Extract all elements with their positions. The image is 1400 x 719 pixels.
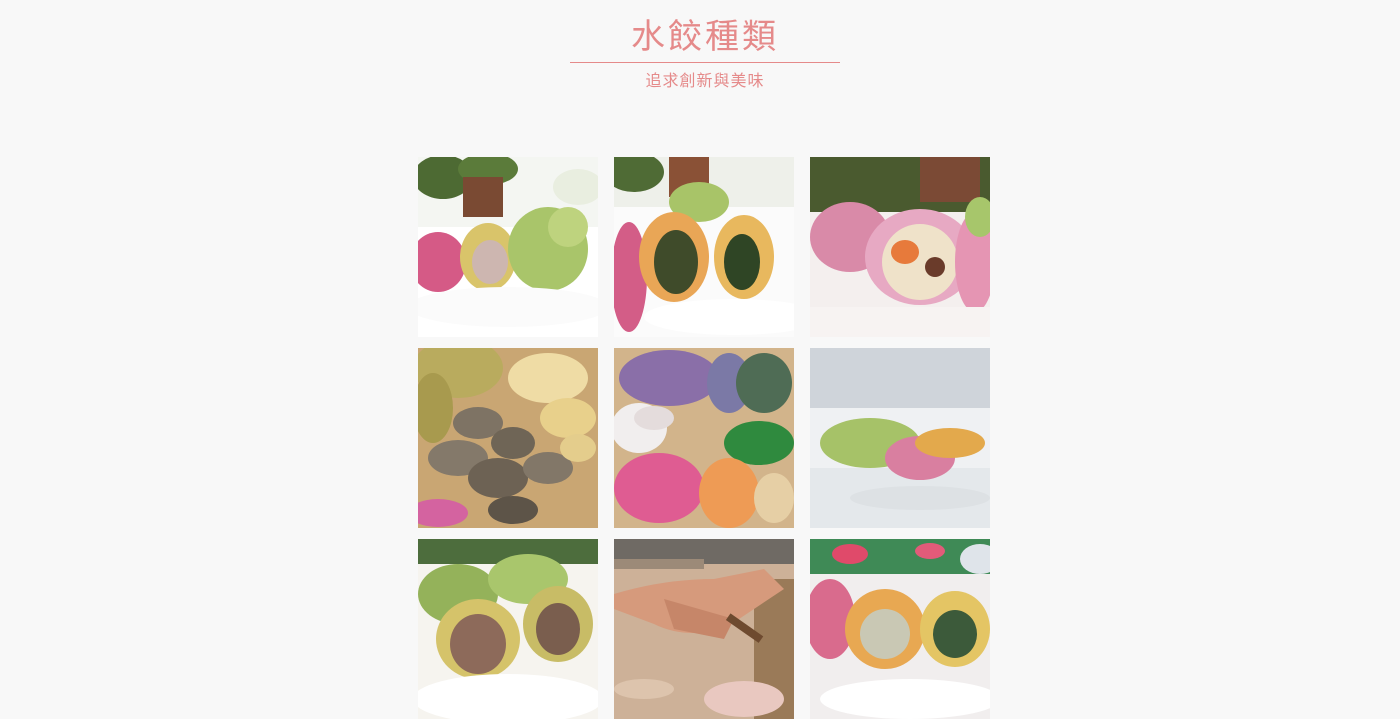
gallery-photo-8[interactable] [614, 539, 794, 719]
photo-image [810, 539, 990, 719]
gallery-photo-5[interactable] [614, 348, 794, 528]
gallery-photo-1[interactable] [418, 157, 598, 337]
photo-image [418, 157, 598, 337]
section-header: 水餃種類 追求創新與美味 [570, 14, 840, 91]
photo-image [810, 348, 990, 528]
gallery-photo-6[interactable] [810, 348, 990, 528]
photo-image [614, 539, 794, 719]
gallery-photo-2[interactable] [614, 157, 794, 337]
photo-image [418, 539, 598, 719]
gallery-photo-3[interactable] [810, 157, 990, 337]
photo-image [418, 348, 598, 528]
photo-image [614, 348, 794, 528]
gallery-photo-7[interactable] [418, 539, 598, 719]
gallery-photo-9[interactable] [810, 539, 990, 719]
page-subtitle: 追求創新與美味 [645, 71, 765, 90]
title-divider [570, 62, 840, 63]
photo-image [810, 157, 990, 337]
dumpling-gallery [418, 157, 990, 719]
photo-image [614, 157, 794, 337]
gallery-photo-4[interactable] [418, 348, 598, 528]
page-title: 水餃種類 [631, 17, 779, 57]
